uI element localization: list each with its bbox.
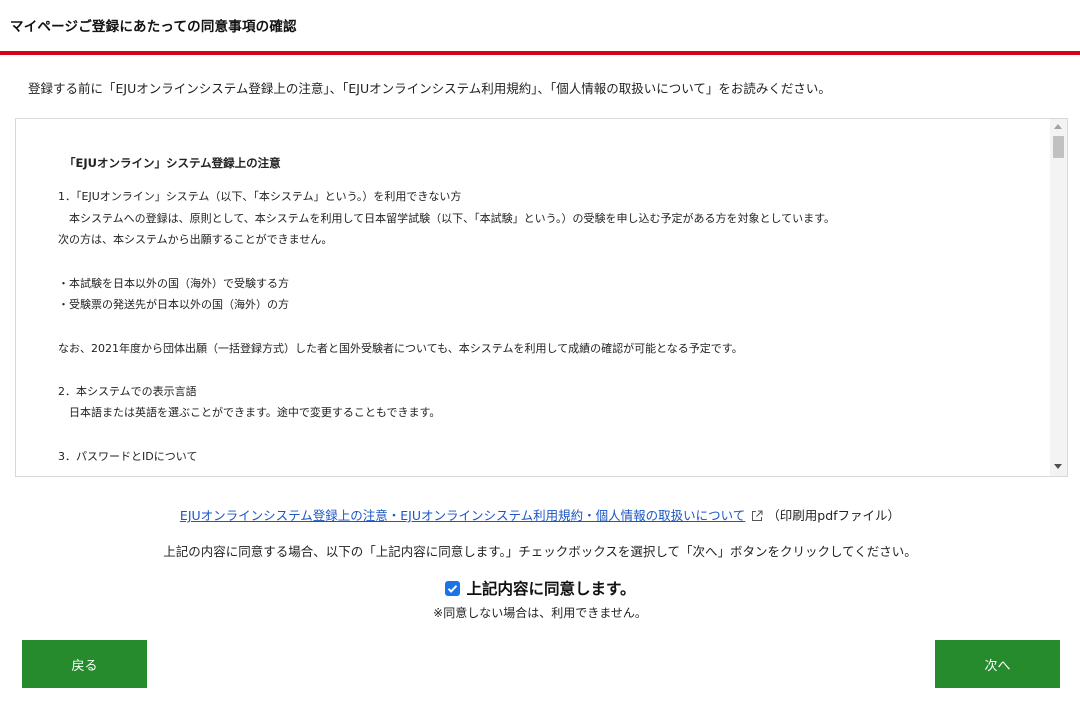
terms-line: 日本語または英語を選ぶことができます。途中で変更することもできます。 <box>58 406 441 420</box>
terms-line: ・本試験を日本以外の国（海外）で受験する方 <box>58 276 289 290</box>
terms-scrollbar[interactable] <box>1050 119 1067 476</box>
terms-line: ・受験票の発送先が日本以外の国（海外）の方 <box>58 298 289 312</box>
header-divider <box>0 51 1080 55</box>
scroll-up-arrow-icon[interactable] <box>1054 124 1062 129</box>
scroll-down-arrow-icon[interactable] <box>1054 464 1062 469</box>
terms-pdf-link[interactable]: EJUオンラインシステム登録上の注意・EJUオンラインシステム利用規約・個人情報… <box>180 508 745 523</box>
pdf-note: （印刷用pdfファイル） <box>767 508 901 523</box>
terms-line: 1．「EJUオンライン」システム（以下、「本システム」という。）を利用できない方 <box>58 190 462 204</box>
agree-checkbox[interactable] <box>444 581 460 596</box>
page-title: マイページご登録にあたっての同意事項の確認 <box>10 19 297 35</box>
scroll-thumb[interactable] <box>1053 136 1064 158</box>
terms-heading: 「EJUオンライン」システム登録上の注意 <box>64 156 281 170</box>
agree-row: 上記内容に同意します。 <box>0 577 1080 599</box>
terms-line: 3．パスワードとIDについて <box>58 449 198 463</box>
terms-line: 2．本システムでの表示言語 <box>58 385 197 399</box>
terms-line: なお、2021年度から団体出願（一括登録方式）した者と国外受験者についても、本シ… <box>58 341 743 355</box>
terms-line: 次の方は、本システムから出願することができません。 <box>58 233 333 247</box>
terms-line: 本システムへの登録は、原則として、本システムを利用して日本留学試験（以下、「本試… <box>58 211 836 225</box>
back-button[interactable]: 戻る <box>22 640 147 688</box>
agree-note: ※同意しない場合は、利用できません。 <box>433 606 647 620</box>
intro-text: 登録する前に「EJUオンラインシステム登録上の注意」、「EJUオンラインシステム… <box>28 81 831 96</box>
terms-content: 「EJUオンライン」システム登録上の注意 1．「EJUオンライン」システム（以下… <box>16 119 1052 476</box>
page-header: マイページご登録にあたっての同意事項の確認 <box>0 0 1080 55</box>
instruction-text: 上記の内容に同意する場合、以下の「上記内容に同意します。」チェックボックスを選択… <box>163 544 917 559</box>
agree-label[interactable]: 上記内容に同意します。 <box>467 580 636 598</box>
next-button[interactable]: 次へ <box>935 640 1060 688</box>
terms-scroll-box[interactable]: 「EJUオンライン」システム登録上の注意 1．「EJUオンライン」システム（以下… <box>15 118 1068 477</box>
external-link-icon <box>751 510 763 525</box>
pdf-link-row: EJUオンラインシステム登録上の注意・EJUオンラインシステム利用規約・個人情報… <box>0 505 1080 525</box>
checkmark-icon <box>447 585 457 593</box>
